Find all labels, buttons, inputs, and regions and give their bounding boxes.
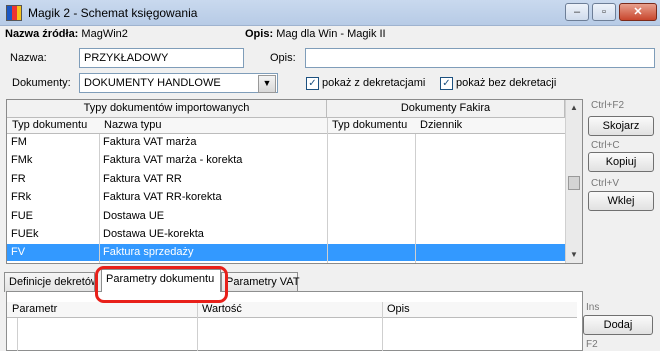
wklej-shortcut: Ctrl+V: [591, 178, 620, 189]
table-cell: [415, 208, 565, 225]
table-cell: Faktura VAT marża - korekta: [103, 154, 243, 167]
opis-field[interactable]: [305, 48, 655, 68]
scroll-thumb[interactable]: [568, 176, 580, 190]
source-name-label: Nazwa źródła:: [5, 28, 79, 40]
active-tab-highlight: [95, 266, 228, 303]
minimize-button[interactable]: –: [565, 3, 589, 21]
window-title: Magik 2 - Schemat księgowania: [28, 6, 198, 20]
grid-scrollbar[interactable]: ▲ ▼: [565, 100, 582, 263]
col-nazwa-typu[interactable]: Nazwa typu: [99, 118, 327, 134]
source-name-value: MagWin2: [81, 28, 128, 40]
table-cell: FUEk: [11, 228, 39, 240]
kopiuj-shortcut: Ctrl+C: [591, 140, 620, 151]
edit-shortcut: F2: [586, 339, 598, 350]
table-row[interactable]: FR Faktura VAT RR: [7, 171, 565, 188]
show-without-checkbox[interactable]: ✓: [440, 77, 453, 90]
show-with-checkbox[interactable]: ✓: [306, 77, 319, 90]
table-row[interactable]: FV Faktura sprzedaży: [7, 244, 565, 262]
grid-divider: [197, 302, 198, 351]
dokumenty-select[interactable]: DOKUMENTY HANDLOWE ▼: [79, 73, 278, 93]
grid-divider: [327, 118, 328, 263]
grid-divider: [415, 134, 416, 263]
dodaj-shortcut: Ins: [586, 302, 600, 313]
col-fakir-typ[interactable]: Typ dokumentu: [327, 118, 415, 134]
app-icon: [6, 5, 22, 21]
table-cell: [327, 171, 415, 188]
table-cell: [415, 152, 565, 169]
table-cell: FM: [11, 136, 27, 148]
table-cell: Faktura sprzedaży: [103, 246, 194, 259]
table-cell: Dostawa UE-korekta: [103, 228, 204, 240]
params-table: Parametr Wartość Opis: [6, 291, 583, 351]
tab-definicje-dekretow[interactable]: Definicje dekretów: [4, 272, 95, 292]
table-cell: [415, 226, 565, 243]
skojarz-button[interactable]: Skojarz: [588, 116, 654, 136]
title-bar: Magik 2 - Schemat księgowania – ▫ ✕: [0, 0, 660, 26]
table-cell: FRk: [11, 191, 32, 204]
scroll-up-icon[interactable]: ▲: [566, 100, 582, 116]
table-cell: [415, 244, 565, 261]
grid-divider: [17, 318, 18, 351]
grid-divider: [99, 134, 100, 263]
show-with-label: pokaż z dekretacjami: [322, 77, 426, 89]
nazwa-label: Nazwa:: [10, 52, 47, 64]
source-info: Nazwa źródła: MagWin2: [5, 28, 128, 40]
table-cell: [327, 244, 415, 261]
source-desc-label: Opis:: [245, 28, 274, 40]
table-cell: Faktura VAT marża: [103, 136, 197, 148]
kopiuj-button[interactable]: Kopiuj: [588, 152, 654, 172]
table-cell: [327, 152, 415, 169]
table-cell: FUE: [11, 209, 33, 222]
source-desc: Opis: Mag dla Win - Magik II: [245, 28, 386, 40]
wklej-button[interactable]: Wklej: [588, 191, 654, 211]
table-cell: FV: [11, 246, 26, 259]
table-cell: Faktura VAT RR-korekta: [103, 191, 222, 204]
show-without-label: pokaż bez dekretacji: [456, 77, 557, 89]
table-cell: Faktura VAT RR: [103, 172, 182, 185]
dokumenty-select-value: DOKUMENTY HANDLOWE: [84, 77, 221, 89]
source-desc-value: Mag dla Win - Magik II: [276, 28, 386, 40]
opis-label: Opis:: [270, 52, 296, 64]
table-cell: [327, 208, 415, 225]
maximize-button[interactable]: ▫: [592, 3, 616, 21]
col-typ-dokumentu[interactable]: Typ dokumentu: [7, 118, 99, 134]
table-row[interactable]: FUEk Dostawa UE-korekta: [7, 226, 565, 243]
col-parametr[interactable]: Parametr: [7, 302, 197, 318]
table-cell: [327, 134, 415, 151]
table-cell: FR: [11, 172, 26, 185]
tab-parametry-vat[interactable]: Parametry VAT: [221, 272, 300, 292]
document-types-grid: Typy dokumentów importowanych Dokumenty …: [6, 99, 583, 264]
table-cell: [327, 226, 415, 243]
table-row[interactable]: FUE Dostawa UE: [7, 208, 565, 225]
table-cell: [415, 189, 565, 206]
table-cell: Dostawa UE: [103, 209, 165, 222]
table-row[interactable]: FRk Faktura VAT RR-korekta: [7, 189, 565, 206]
scroll-down-icon[interactable]: ▼: [566, 247, 582, 263]
dokumenty-label: Dokumenty:: [12, 77, 71, 89]
table-cell: [415, 171, 565, 188]
dodaj-button[interactable]: Dodaj: [583, 315, 653, 335]
col-wartosc[interactable]: Wartość: [197, 302, 382, 318]
col-dziennik[interactable]: Dziennik: [415, 118, 565, 134]
table-row[interactable]: FM Faktura VAT marża: [7, 134, 565, 151]
nazwa-field[interactable]: PRZYKŁADOWY: [79, 48, 244, 68]
table-row[interactable]: FMk Faktura VAT marża - korekta: [7, 152, 565, 169]
skojarz-shortcut: Ctrl+F2: [591, 100, 625, 111]
table-cell: FMk: [11, 154, 33, 167]
grid-group-fakir: Dokumenty Fakira: [327, 100, 565, 118]
grid-divider: [382, 302, 383, 351]
grid-group-imported: Typy dokumentów importowanych: [7, 100, 327, 118]
close-button[interactable]: ✕: [619, 3, 657, 21]
col-opis[interactable]: Opis: [382, 302, 577, 318]
table-cell: [327, 189, 415, 206]
chevron-down-icon[interactable]: ▼: [258, 75, 276, 93]
table-cell: [415, 134, 565, 151]
